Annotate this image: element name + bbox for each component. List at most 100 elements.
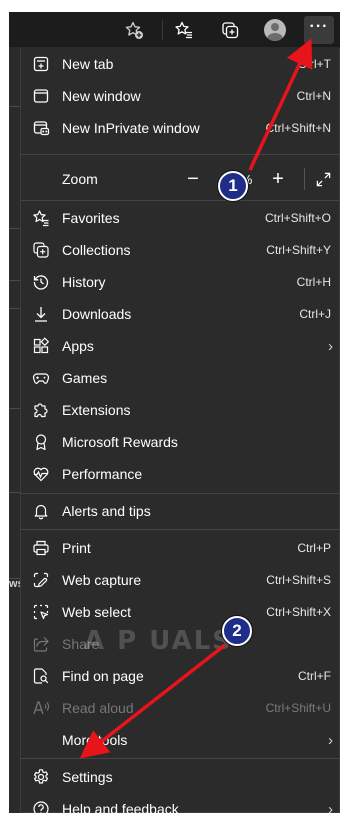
inprivate-icon <box>32 119 50 137</box>
fullscreen-icon <box>316 172 330 186</box>
menu-item-label: Microsoft Rewards <box>62 434 178 450</box>
collections-icon <box>32 241 50 259</box>
menu-item-shortcut: Ctrl+Shift+Y <box>266 243 331 257</box>
settings-and-more-menu: New tab Ctrl+T New window Ctrl+N New InP… <box>20 48 340 813</box>
menu-divider <box>21 758 339 759</box>
menu-item-games[interactable]: Games <box>21 362 339 394</box>
menu-item-more-tools[interactable]: More tools › <box>21 724 339 756</box>
menu-item-label: History <box>62 274 106 290</box>
download-icon <box>32 305 50 323</box>
more-icon: ··· <box>309 18 329 35</box>
chevron-right-icon: › <box>328 731 333 749</box>
menu-item-shortcut: Ctrl+Shift+X <box>266 605 331 619</box>
menu-item-label: Alerts and tips <box>62 503 151 519</box>
menu-item-label: More tools <box>62 732 128 748</box>
menu-item-web-select[interactable]: Web select Ctrl+Shift+X <box>21 596 339 628</box>
menu-item-history[interactable]: History Ctrl+H <box>21 266 339 298</box>
menu-item-label: Favorites <box>62 210 120 226</box>
menu-item-print[interactable]: Print Ctrl+P <box>21 532 339 564</box>
menu-item-read-aloud: Read aloud Ctrl+Shift+U <box>21 692 339 724</box>
web-select-icon <box>32 603 50 621</box>
performance-icon <box>32 465 50 483</box>
menu-divider <box>21 154 339 155</box>
puzzle-icon <box>32 401 50 419</box>
help-icon <box>32 800 50 813</box>
menu-item-label: New InPrivate window <box>62 120 200 136</box>
menu-item-shortcut: Ctrl+Shift+O <box>264 211 331 225</box>
web-capture-icon <box>32 571 50 589</box>
menu-item-shortcut: Ctrl+T <box>298 57 331 71</box>
menu-item-help-and-feedback[interactable]: Help and feedback › <box>21 793 339 813</box>
zoom-in-button[interactable]: + <box>266 167 290 191</box>
menu-item-new-tab[interactable]: New tab Ctrl+T <box>21 48 339 80</box>
menu-item-shortcut: Ctrl+J <box>299 307 331 321</box>
menu-item-shortcut: Ctrl+P <box>297 541 331 555</box>
zoom-control: Zoom − 100% + <box>21 162 339 196</box>
zoom-label: Zoom <box>62 171 98 187</box>
menu-item-find-on-page[interactable]: Find on page Ctrl+F <box>21 660 339 692</box>
menu-item-shortcut: Ctrl+Shift+U <box>265 701 331 715</box>
more-tools-icon <box>32 731 50 749</box>
menu-item-shortcut: Ctrl+Shift+N <box>265 121 331 135</box>
step-1-badge: 1 <box>218 171 248 201</box>
menu-divider <box>21 529 339 530</box>
find-icon <box>32 667 50 685</box>
games-icon <box>32 369 50 387</box>
menu-item-settings[interactable]: Settings <box>21 761 339 793</box>
menu-item-alerts-and-tips[interactable]: Alerts and tips <box>21 495 339 527</box>
collections-icon <box>222 22 239 39</box>
star-list-icon <box>175 21 192 39</box>
menu-item-collections[interactable]: Collections Ctrl+Shift+Y <box>21 234 339 266</box>
read-aloud-icon <box>32 699 50 717</box>
share-icon <box>32 635 50 653</box>
toolbar-separator <box>162 20 163 40</box>
new-window-icon <box>32 87 50 105</box>
menu-item-shortcut: Ctrl+Shift+S <box>266 573 331 587</box>
menu-item-shortcut: Ctrl+F <box>298 669 331 683</box>
apps-icon <box>32 337 50 355</box>
menu-item-label: Games <box>62 370 108 386</box>
menu-item-label: New window <box>62 88 141 104</box>
menu-item-label: Performance <box>62 466 143 482</box>
menu-item-label: Settings <box>62 769 113 785</box>
menu-divider <box>21 493 339 494</box>
new-tab-icon <box>32 55 50 73</box>
menu-item-new-window[interactable]: New window Ctrl+N <box>21 80 339 112</box>
add-favorite-button[interactable] <box>120 16 148 44</box>
history-icon <box>32 273 50 291</box>
menu-item-label: Downloads <box>62 306 132 322</box>
menu-item-label: Print <box>62 540 91 556</box>
menu-item-label: Find on page <box>62 668 144 684</box>
menu-item-label: Collections <box>62 242 131 258</box>
menu-item-label: Read aloud <box>62 700 134 716</box>
rewards-icon <box>32 433 50 451</box>
menu-item-label: New tab <box>62 56 114 72</box>
fullscreen-button[interactable] <box>311 167 335 191</box>
settings-and-more-button[interactable]: ··· <box>304 16 334 44</box>
collections-button[interactable] <box>216 16 244 44</box>
menu-item-microsoft-rewards[interactable]: Microsoft Rewards <box>21 426 339 458</box>
menu-item-downloads[interactable]: Downloads Ctrl+J <box>21 298 339 330</box>
menu-divider <box>21 200 339 201</box>
avatar-icon <box>264 19 286 41</box>
chevron-right-icon: › <box>328 337 333 355</box>
zoom-out-button[interactable]: − <box>181 167 205 191</box>
menu-item-favorites[interactable]: Favorites Ctrl+Shift+O <box>21 202 339 234</box>
menu-item-new-inprivate-window[interactable]: New InPrivate window Ctrl+Shift+N <box>21 112 339 144</box>
menu-item-label: Web capture <box>62 572 142 588</box>
menu-item-performance[interactable]: Performance <box>21 458 339 490</box>
menu-item-web-capture[interactable]: Web capture Ctrl+Shift+S <box>21 564 339 596</box>
menu-item-extensions[interactable]: Extensions <box>21 394 339 426</box>
browser-window: ws ··· New tab Ctrl+T New window Ctrl+N … <box>9 12 340 813</box>
appuals-watermark: A P UALS <box>84 626 234 656</box>
menu-item-shortcut: Ctrl+N <box>296 89 331 103</box>
menu-item-label: Web select <box>62 604 131 620</box>
star-list-icon <box>32 209 50 227</box>
gear-icon <box>32 768 50 786</box>
profile-button[interactable] <box>261 16 289 44</box>
step-2-badge: 2 <box>222 616 252 646</box>
menu-item-label: Extensions <box>62 402 131 418</box>
chevron-right-icon: › <box>328 800 333 814</box>
menu-item-apps[interactable]: Apps › <box>21 330 339 362</box>
favorites-button[interactable] <box>170 16 198 44</box>
